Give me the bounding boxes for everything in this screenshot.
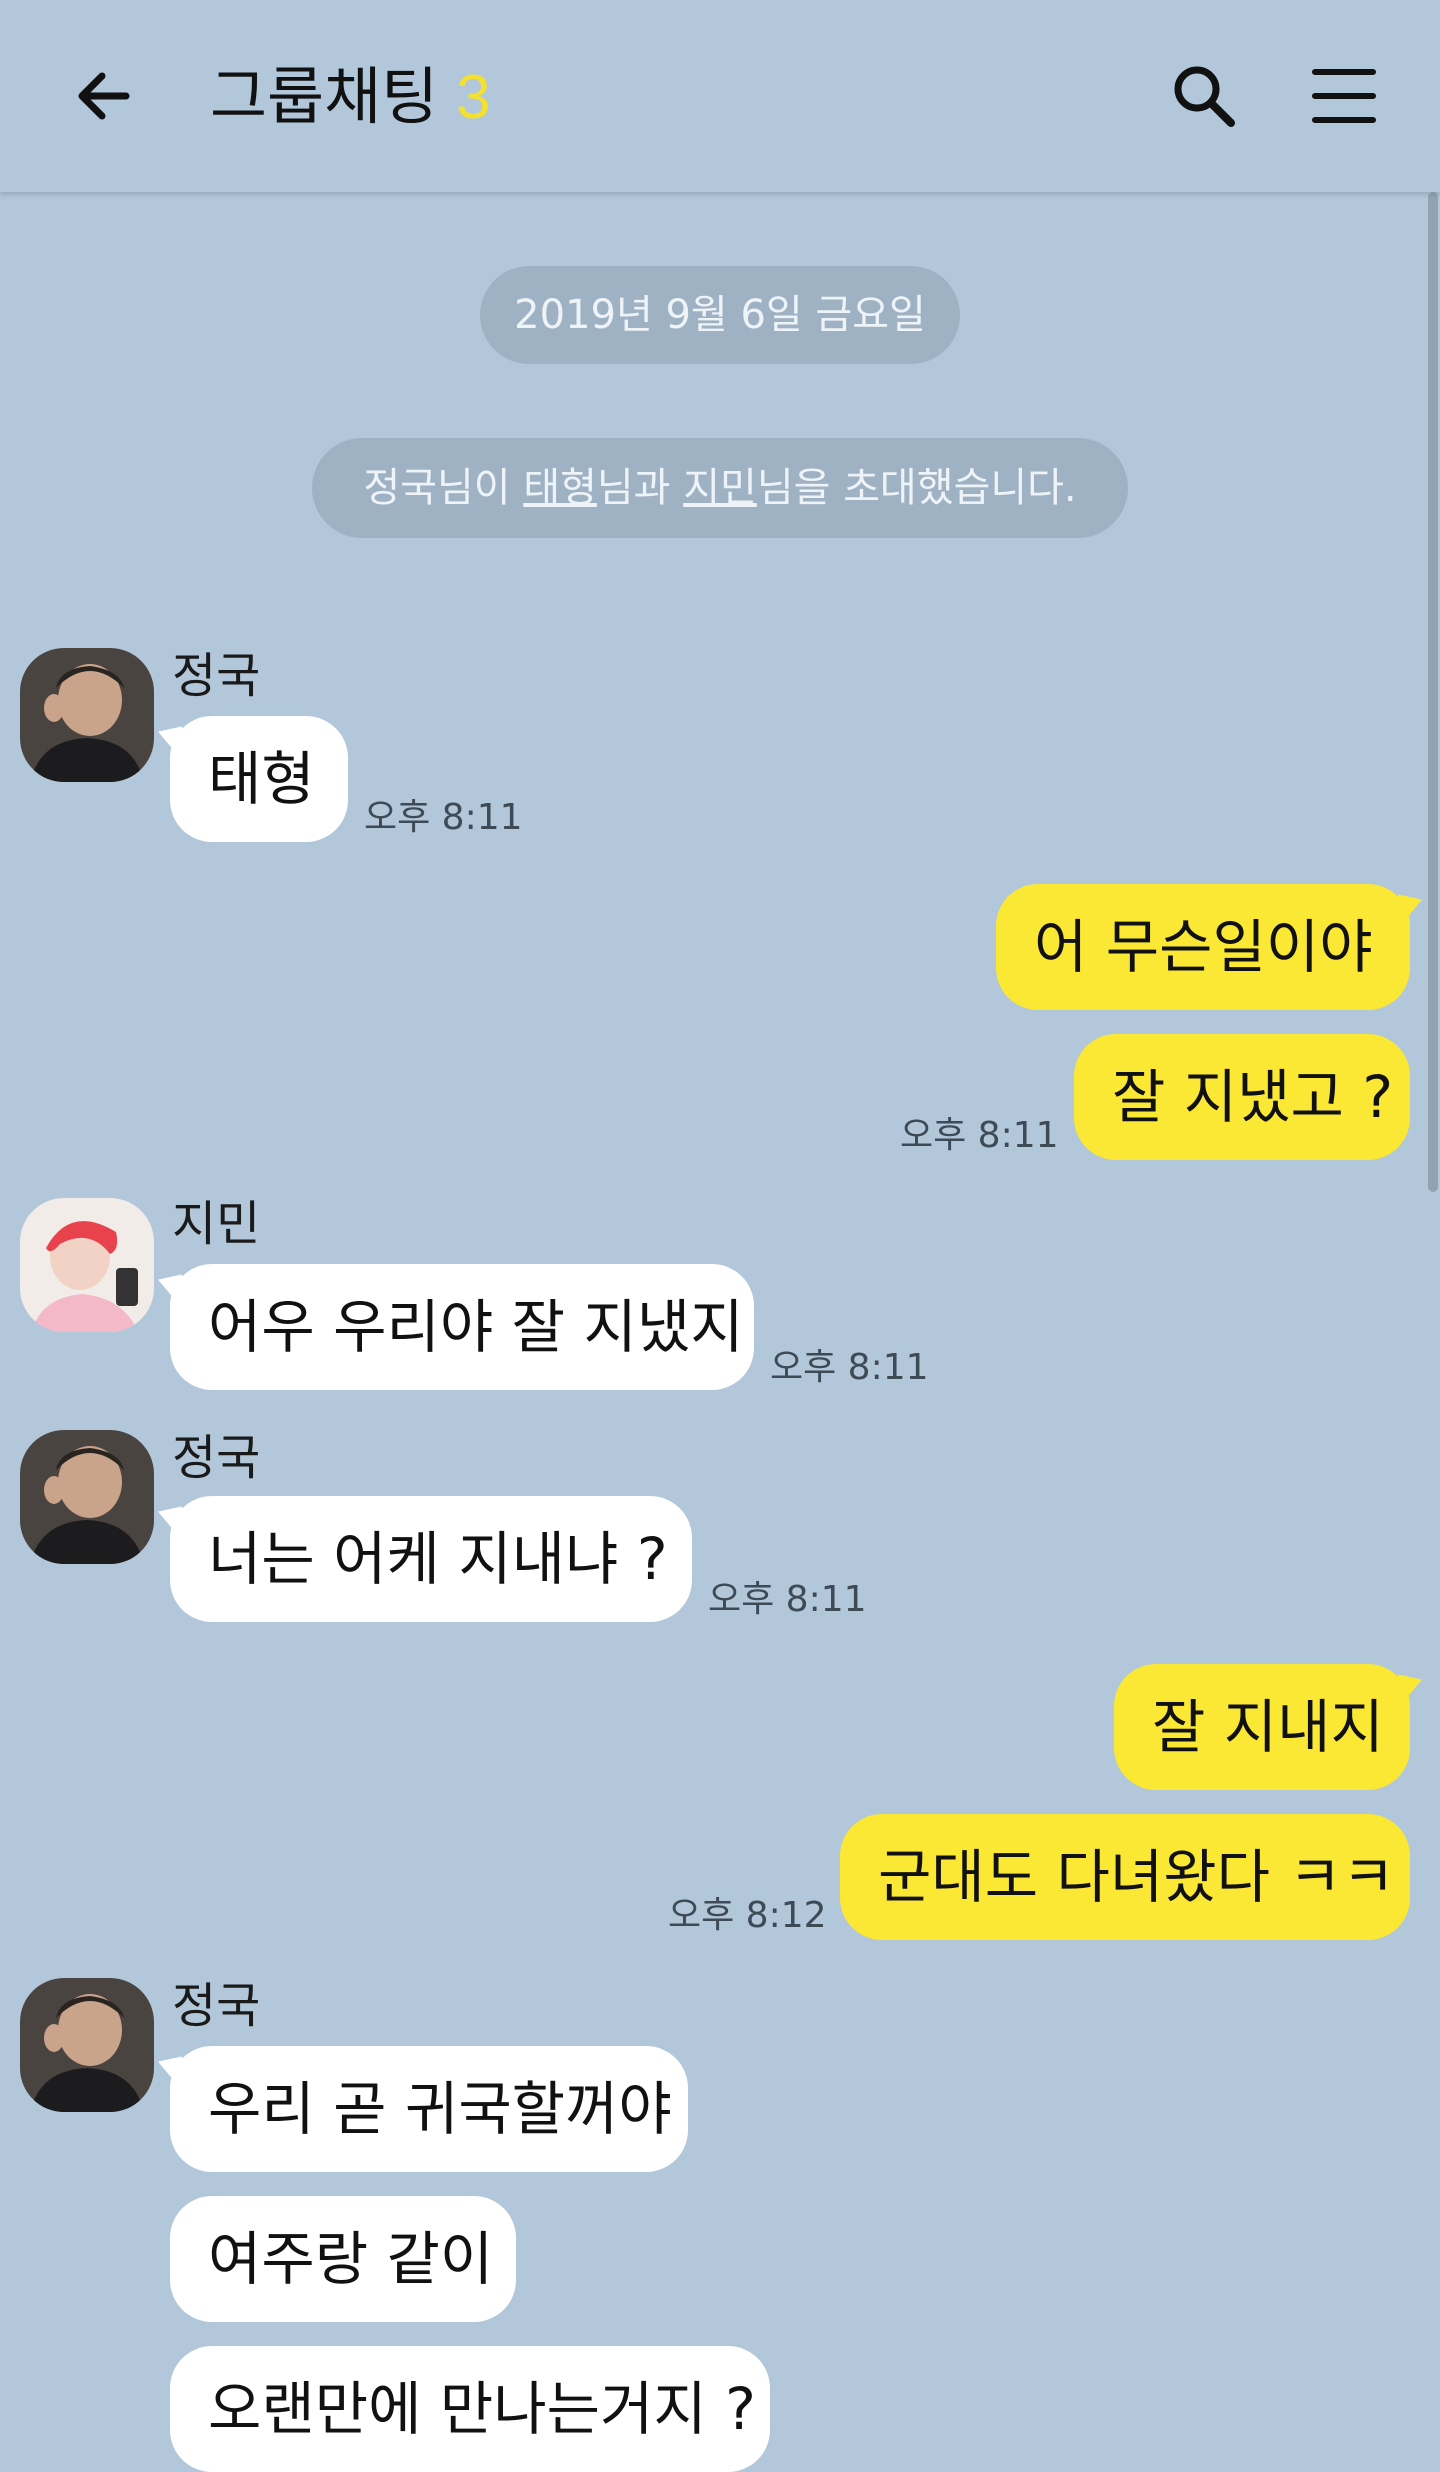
sender-name: 정국 [172,1430,261,1486]
notice-name-taehyung[interactable]: 태형 [523,465,597,511]
search-button[interactable] [1156,48,1252,144]
message-bubble[interactable]: 오랜만에 만나는거지 ? [170,2346,770,2472]
chat-header: 그룹채팅 3 [0,0,1440,192]
avatar-jungkook[interactable] [20,1978,154,2112]
notice-prefix: 정국님이 [363,465,524,511]
message-bubble[interactable]: 어 무슨일이야 [996,884,1410,1010]
chat-room-name: 그룹채팅 [210,60,439,133]
message-bubble[interactable]: 여주랑 같이 [170,2196,516,2322]
notice-name-jimin[interactable]: 지민 [683,465,757,511]
avatar-jimin[interactable] [20,1198,154,1332]
profile-photo [20,648,154,782]
profile-photo [20,1430,154,1564]
back-button[interactable] [56,48,152,144]
arrow-left-icon [78,72,130,120]
search-icon [1174,66,1235,127]
date-divider: 2019년 9월 6일 금요일 [480,266,960,364]
sender-name: 정국 [172,1978,261,2034]
message-bubble[interactable]: 군대도 다녀왔다 ㅋㅋ [840,1814,1410,1940]
message-time: 오후 8:11 [900,1115,1059,1156]
scrollbar[interactable] [1428,192,1438,1192]
message-bubble[interactable]: 잘 지냈고 ? [1074,1034,1410,1160]
invite-notice: 정국님이 태형님과 지민님을 초대했습니다. [312,438,1128,538]
message-bubble[interactable]: 어우 우리야 잘 지냈지 [170,1264,754,1390]
profile-photo [20,1198,154,1332]
chat-title: 그룹채팅 3 [210,52,491,142]
hamburger-menu-icon [1312,69,1376,123]
profile-photo [20,1978,154,2112]
avatar-jungkook[interactable] [20,1430,154,1564]
notice-middle: 님과 [596,465,684,511]
sender-name: 정국 [172,648,261,704]
message-time: 오후 8:12 [668,1895,827,1936]
message-time: 오후 8:11 [708,1579,867,1620]
avatar-jungkook[interactable] [20,648,154,782]
message-bubble[interactable]: 잘 지내지 [1114,1664,1410,1790]
sender-name: 지민 [172,1196,261,1252]
notice-suffix: 님을 초대했습니다. [756,465,1077,511]
message-bubble[interactable]: 우리 곧 귀국할꺼야 [170,2046,688,2172]
member-count: 3 [456,63,491,132]
message-time: 오후 8:11 [364,797,523,838]
message-bubble[interactable]: 태형 [170,716,348,842]
message-time: 오후 8:11 [770,1347,929,1388]
message-bubble[interactable]: 너는 어케 지내냐 ? [170,1496,692,1622]
menu-button[interactable] [1296,48,1392,144]
